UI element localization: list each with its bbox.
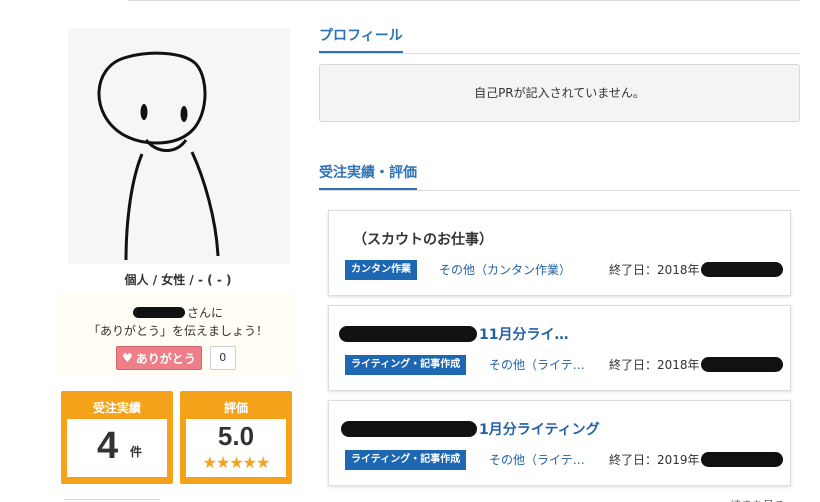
heart-icon: ♥ (122, 351, 133, 365)
thanks-suffix: さんに (186, 306, 223, 320)
redacted-date (700, 357, 783, 372)
thanks-count: 0 (209, 346, 236, 370)
job-card[interactable]: 11月分ライ… ライティング・記事作成 その他（ライテ… 終了日：2018年 (328, 305, 791, 391)
job-end-date: 終了日：2019年 (609, 451, 783, 468)
job-category-tag[interactable]: ライティング・記事作成 (345, 355, 467, 375)
thanks-button[interactable]: ♥ ありがとう (116, 346, 202, 370)
job-title[interactable]: （スカウトのお仕事） (353, 229, 493, 249)
job-card[interactable]: （スカウトのお仕事） カンタン作業 その他（カンタン作業） 終了日：2018年 (328, 210, 791, 296)
orders-section-divider (319, 190, 800, 191)
stick-figure-avatar-image (97, 51, 220, 261)
order-count-label: 受注実績 (92, 401, 141, 415)
redacted-date (700, 452, 783, 467)
rating-label: 評価 (223, 401, 248, 415)
more-link[interactable]: 続きを見る (730, 497, 790, 502)
order-count-value: 4 (97, 425, 119, 467)
thanks-actions: ♥ ありがとう 0 (116, 346, 236, 370)
thanks-panel: さんに 「ありがとう」を伝えましょう！ ♥ ありがとう 0 (60, 294, 296, 376)
job-title-text: 11月分ライ… (479, 327, 569, 343)
redacted-username (132, 307, 185, 318)
job-end-date: 終了日：2018年 (609, 356, 783, 373)
rating-value: 5.0 (217, 421, 255, 451)
job-end-date-label: 終了日：2018年 (609, 358, 700, 372)
job-subcategory-link[interactable]: その他（ライテ… (489, 356, 585, 373)
orders-section-title: 受注実績・評価 (319, 162, 417, 191)
order-count-card: 受注実績 4 件 (61, 391, 173, 484)
job-title-text: （スカウトのお仕事） (353, 232, 493, 248)
rating-stars-icon: ★★★★★ (202, 453, 271, 472)
redacted-title-text (339, 326, 477, 342)
order-count-body: 4 件 (67, 419, 167, 477)
order-count-unit: 件 (130, 445, 143, 459)
job-end-date-label: 終了日：2019年 (609, 453, 700, 467)
job-end-date-label: 終了日：2018年 (609, 263, 700, 277)
avatar (68, 28, 290, 264)
profile-section-divider (319, 53, 800, 54)
thanks-message: 「ありがとう」を伝えましょう！ (87, 324, 268, 338)
job-category-tag[interactable]: ライティング・記事作成 (345, 450, 467, 470)
top-divider (128, 0, 800, 1)
profile-section-title: プロフィール (319, 25, 403, 54)
redacted-title-text (341, 421, 477, 437)
rating-card: 評価 5.0 ★★★★★ (180, 391, 292, 484)
thanks-recipient: さんに (60, 304, 296, 321)
job-card[interactable]: 1月分ライティング ライティング・記事作成 その他（ライテ… 終了日：2019年 (328, 400, 791, 486)
thanks-button-label: ありがとう (135, 351, 196, 366)
job-end-date: 終了日：2018年 (609, 261, 783, 278)
job-title-link[interactable]: 1月分ライティング (341, 419, 600, 439)
job-category-tag[interactable]: カンタン作業 (345, 260, 417, 280)
self-pr-box: 自己PRが記入されていません。 (319, 64, 800, 122)
job-title-link[interactable]: 11月分ライ… (339, 324, 568, 344)
job-subcategory-link[interactable]: その他（カンタン作業） (439, 261, 571, 278)
rating-body: 5.0 ★★★★★ (186, 419, 286, 477)
user-basic-info: 個人 / 女性 / - ( - ) (124, 273, 232, 287)
job-subcategory-link[interactable]: その他（ライテ… (489, 451, 585, 468)
job-title-text: 1月分ライティング (479, 422, 600, 438)
redacted-date (700, 262, 783, 277)
